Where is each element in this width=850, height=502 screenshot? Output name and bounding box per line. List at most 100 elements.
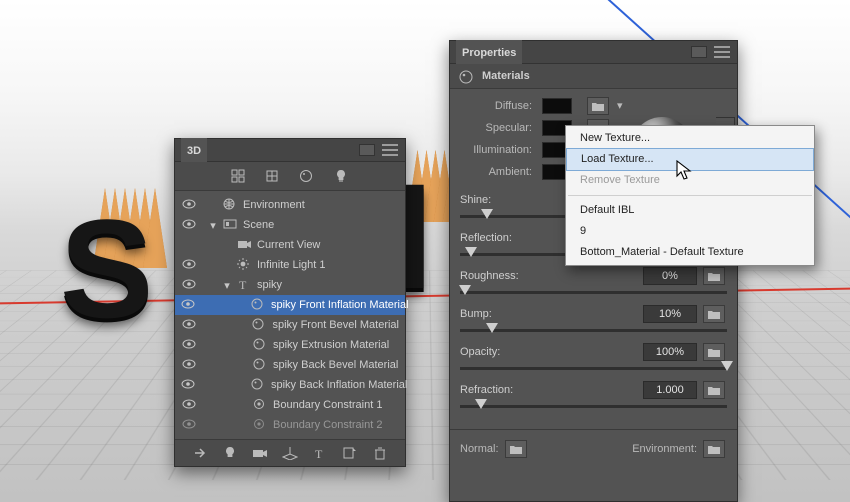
slider-refraction[interactable] [460, 399, 727, 415]
panel-collapse-button[interactable] [359, 144, 375, 156]
slider-bump[interactable] [460, 323, 727, 339]
menu-load-texture[interactable]: Load Texture... [566, 148, 814, 171]
label-refraction: Refraction: [460, 384, 643, 396]
letter-s: S [60, 188, 153, 350]
tree-item-label: spiky Back Inflation Material [271, 379, 407, 391]
menu-new-texture[interactable]: New Texture... [566, 128, 814, 149]
menu-9[interactable]: 9 [566, 221, 814, 242]
visibility-eye-icon[interactable] [181, 339, 197, 352]
label-bump: Bump: [460, 308, 643, 320]
filter-material-icon[interactable] [299, 169, 315, 183]
visibility-eye-icon[interactable] [181, 199, 197, 212]
visibility-eye-icon[interactable] [181, 299, 195, 312]
toolbar-bulb-icon[interactable] [222, 446, 238, 460]
material-icon [253, 338, 269, 352]
swatch-diffuse[interactable] [542, 98, 572, 114]
visibility-eye-icon[interactable] [181, 419, 197, 432]
scene-tree[interactable]: Environment ▾ Scene Current View Infinite Li… [175, 191, 405, 439]
panel-flyout-icon[interactable] [713, 46, 731, 58]
label-ambient: Ambient: [460, 166, 536, 178]
material-icon [252, 318, 268, 332]
panel-3d-title[interactable]: 3D [181, 138, 207, 162]
menu-default-ibl[interactable]: Default IBL [566, 200, 814, 221]
texture-context-menu[interactable]: New Texture... Load Texture... Remove Te… [565, 125, 815, 266]
material-icon [253, 358, 269, 372]
menu-remove-texture: Remove Texture [566, 170, 814, 191]
folder-environment[interactable] [703, 440, 725, 458]
constraint-icon [253, 418, 269, 432]
toolbar-add-plane-icon[interactable] [282, 446, 298, 460]
tree-row[interactable]: Boundary Constraint 1 [175, 395, 405, 415]
filter-mesh-icon[interactable] [265, 169, 281, 183]
visibility-eye-icon[interactable] [181, 399, 197, 412]
tree-item-label: Infinite Light 1 [257, 259, 399, 271]
tree-row[interactable]: spiky Front Inflation Material [175, 295, 405, 315]
materials-section-label: Materials [482, 70, 530, 82]
folder-bump[interactable] [703, 305, 725, 323]
tree-row[interactable]: ▾Tspiky [175, 275, 405, 295]
tree-item-label: Scene [243, 219, 399, 231]
toolbar-camera-icon[interactable] [252, 446, 268, 460]
panel-properties-title[interactable]: Properties [456, 40, 522, 64]
tree-row[interactable]: Infinite Light 1 [175, 255, 405, 275]
value-bump[interactable]: 10% [643, 305, 697, 323]
panel-flyout-icon[interactable] [381, 144, 399, 156]
menu-separator [568, 195, 812, 196]
panel-collapse-button[interactable] [691, 46, 707, 58]
slider-opacity[interactable] [460, 361, 727, 377]
label-roughness: Roughness: [460, 270, 643, 282]
folder-normal[interactable] [505, 440, 527, 458]
tree-row[interactable]: spiky Front Bevel Material [175, 315, 405, 335]
filter-all-icon[interactable] [231, 169, 247, 183]
env-icon [223, 198, 239, 212]
filter-light-icon[interactable] [333, 169, 349, 183]
tree-row[interactable]: spiky Back Bevel Material [175, 355, 405, 375]
visibility-eye-icon[interactable] [181, 359, 197, 372]
tree-row[interactable]: Current View [175, 235, 405, 255]
toolbar-trash-icon[interactable] [372, 446, 388, 460]
toolbar-new-icon[interactable] [342, 446, 358, 460]
tree-item-label: Boundary Constraint 2 [273, 419, 399, 431]
tree-item-label: Current View [257, 239, 399, 251]
visibility-eye-icon[interactable] [181, 219, 197, 232]
panel-properties[interactable]: Properties Materials Diffuse: ▾ Specular… [449, 40, 738, 502]
toolbar-attach-icon[interactable] [192, 446, 208, 460]
label-opacity: Opacity: [460, 346, 643, 358]
tree-item-label: Environment [243, 199, 399, 211]
material-icon [251, 378, 267, 392]
tree-row[interactable]: Environment [175, 195, 405, 215]
tree-row[interactable]: spiky Extrusion Material [175, 335, 405, 355]
row-bump: Bump: 10% [460, 305, 727, 339]
label-environment: Environment: [632, 443, 697, 455]
value-refraction[interactable]: 1.000 [643, 381, 697, 399]
panel-properties-header[interactable]: Properties [450, 41, 737, 64]
visibility-eye-icon[interactable] [181, 259, 197, 272]
tree-item-label: spiky Extrusion Material [273, 339, 399, 351]
folder-opacity[interactable] [703, 343, 725, 361]
toolbar-add-text-icon[interactable]: T [312, 446, 328, 460]
label-normal: Normal: [460, 443, 499, 455]
value-opacity[interactable]: 100% [643, 343, 697, 361]
twisty-icon[interactable]: ▾ [207, 219, 219, 232]
folder-refraction[interactable] [703, 381, 725, 399]
material-icon [251, 298, 267, 312]
tree-row[interactable]: spiky Back Inflation Material [175, 375, 405, 395]
panel-3d[interactable]: 3D Environment ▾ Scene Current View Infinite… [174, 138, 406, 467]
label-specular: Specular: [460, 122, 536, 134]
tree-row[interactable]: ▾ Scene [175, 215, 405, 235]
visibility-eye-icon[interactable] [181, 279, 197, 292]
tree-row[interactable]: Boundary Constraint 2 [175, 415, 405, 435]
visibility-eye-icon[interactable] [181, 379, 195, 392]
svg-text:T: T [239, 278, 247, 290]
twisty-icon[interactable]: ▾ [221, 279, 233, 292]
folder-diffuse[interactable] [587, 97, 609, 115]
folder-roughness[interactable] [703, 267, 725, 285]
panel-3d-filter-toolbar [175, 162, 405, 191]
value-roughness[interactable]: 0% [643, 267, 697, 285]
panel-3d-header[interactable]: 3D [175, 139, 405, 162]
material-icon [458, 69, 474, 83]
slider-roughness[interactable] [460, 285, 727, 301]
visibility-eye-icon[interactable] [181, 319, 196, 332]
menu-bottom-material[interactable]: Bottom_Material - Default Texture [566, 242, 814, 263]
constraint-icon [253, 398, 269, 412]
